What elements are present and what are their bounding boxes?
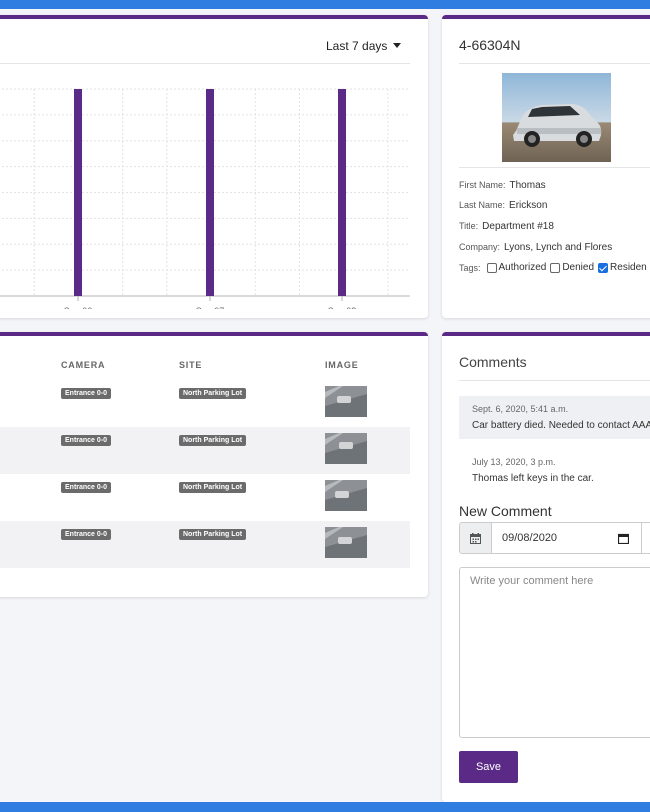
comment-item: Sept. 6, 2020, 5:41 a.m. Car battery die…	[459, 396, 650, 439]
comment-date-input[interactable]: 09/08/2020	[492, 523, 642, 553]
comment-text: Car battery died. Needed to contact AAA	[472, 420, 650, 431]
tag-resident-checkbox[interactable]	[598, 262, 609, 273]
event-thumbnail[interactable]	[325, 386, 367, 417]
camera-badge: Entrance 0-0	[61, 388, 112, 399]
tags-label: Tags:	[459, 262, 481, 273]
comment-date: July 13, 2020, 3 p.m.	[472, 457, 556, 467]
column-header-image: IMAGE	[325, 360, 359, 370]
activity-bar-chart: Sep 06 Sep 07 Sep 08	[0, 88, 410, 309]
column-header-camera: CAMERA	[61, 360, 106, 370]
first-name-label: First Name:	[459, 180, 506, 190]
chart-x-tick-label: Sep 08	[328, 306, 357, 309]
comment-textarea[interactable]: Write your comment here	[459, 567, 650, 738]
camera-badge: Entrance 0-0	[61, 529, 112, 540]
tags-field: Tags: Authorized Denied Residen	[459, 262, 649, 273]
tag-authorized-checkbox[interactable]	[486, 262, 497, 273]
calendar-icon	[460, 523, 492, 553]
save-comment-button[interactable]: Save	[459, 751, 518, 783]
tag-denied-label: Denied	[562, 262, 595, 273]
company-value: Lyons, Lynch and Flores	[504, 242, 613, 253]
tag-denied-checkbox[interactable]	[550, 262, 561, 273]
tag-authorized[interactable]: Authorized	[485, 262, 547, 273]
company-field: Company: Lyons, Lynch and Flores	[459, 242, 612, 253]
date-picker-icon[interactable]	[618, 533, 629, 544]
camera-badge: Entrance 0-0	[61, 435, 112, 446]
last-name-value: Erickson	[509, 200, 548, 211]
site-badge: North Parking Lot	[179, 482, 247, 493]
date-range-dropdown[interactable]: Last 7 days	[326, 39, 402, 53]
comment-date-picker[interactable]: 09/08/2020	[459, 522, 650, 554]
caret-down-icon	[393, 43, 402, 48]
vehicle-photo-divider	[459, 167, 650, 168]
tag-resident[interactable]: Residen	[596, 262, 647, 273]
comment-date: Sept. 6, 2020, 5:41 a.m.	[472, 404, 569, 414]
activity-chart-card: Last 7 days Sep 06 Sep 07 Sep 08	[0, 15, 428, 318]
tag-resident-label: Residen	[610, 262, 647, 273]
top-accent-bar	[0, 0, 650, 9]
table-row[interactable]: Entrance 0-0 North Parking Lot	[0, 521, 410, 568]
vehicle-photo	[502, 73, 611, 162]
site-badge: North Parking Lot	[179, 529, 247, 540]
table-row[interactable]: Entrance 0-0 North Parking Lot	[0, 474, 410, 521]
table-row[interactable]: Entrance 0-0 North Parking Lot	[0, 427, 410, 474]
event-thumbnail[interactable]	[325, 433, 367, 464]
chart-bar	[206, 89, 214, 296]
last-name-label: Last Name:	[459, 200, 506, 210]
chart-bar	[338, 89, 346, 296]
events-table-card: CAMERA SITE IMAGE Entrance 0-0 North Par…	[0, 332, 428, 597]
date-range-label: Last 7 days	[326, 39, 388, 53]
license-plate: 4-66304N	[459, 37, 521, 53]
comments-title: Comments	[459, 354, 527, 370]
first-name-field: First Name: Thomas	[459, 180, 546, 191]
title-field: Title: Department #18	[459, 221, 554, 232]
bottom-accent-bar	[0, 802, 650, 812]
company-label: Company:	[459, 242, 501, 252]
site-badge: North Parking Lot	[179, 388, 247, 399]
vehicle-details-card: 4-66304N First Name: Thomas Last Name: Eri…	[442, 15, 650, 318]
site-badge: North Parking Lot	[179, 435, 247, 446]
table-row[interactable]: Entrance 0-0 North Parking Lot	[0, 380, 410, 427]
chart-bar	[74, 89, 82, 296]
title-value: Department #18	[482, 221, 554, 232]
comment-text: Thomas left keys in the car.	[472, 473, 594, 484]
event-thumbnail[interactable]	[325, 527, 367, 558]
comment-item: July 13, 2020, 3 p.m. Thomas left keys i…	[459, 449, 650, 492]
tag-denied[interactable]: Denied	[548, 262, 594, 273]
chart-x-tick-label: Sep 07	[196, 306, 225, 309]
tag-authorized-label: Authorized	[498, 262, 547, 273]
comments-header-divider	[459, 380, 650, 381]
chart-header-divider	[0, 63, 410, 64]
vehicle-header-divider	[459, 63, 650, 64]
event-thumbnail[interactable]	[325, 480, 367, 511]
comments-card: Comments Sept. 6, 2020, 5:41 a.m. Car ba…	[442, 332, 650, 802]
comment-date-value: 09/08/2020	[502, 532, 558, 544]
last-name-field: Last Name: Erickson	[459, 200, 547, 211]
title-label: Title:	[459, 221, 479, 231]
column-header-site: SITE	[179, 360, 203, 370]
new-comment-title: New Comment	[459, 503, 552, 519]
chart-x-tick-label: Sep 06	[64, 306, 93, 309]
first-name-value: Thomas	[509, 180, 546, 191]
camera-badge: Entrance 0-0	[61, 482, 112, 493]
comment-textarea-placeholder: Write your comment here	[470, 575, 594, 587]
